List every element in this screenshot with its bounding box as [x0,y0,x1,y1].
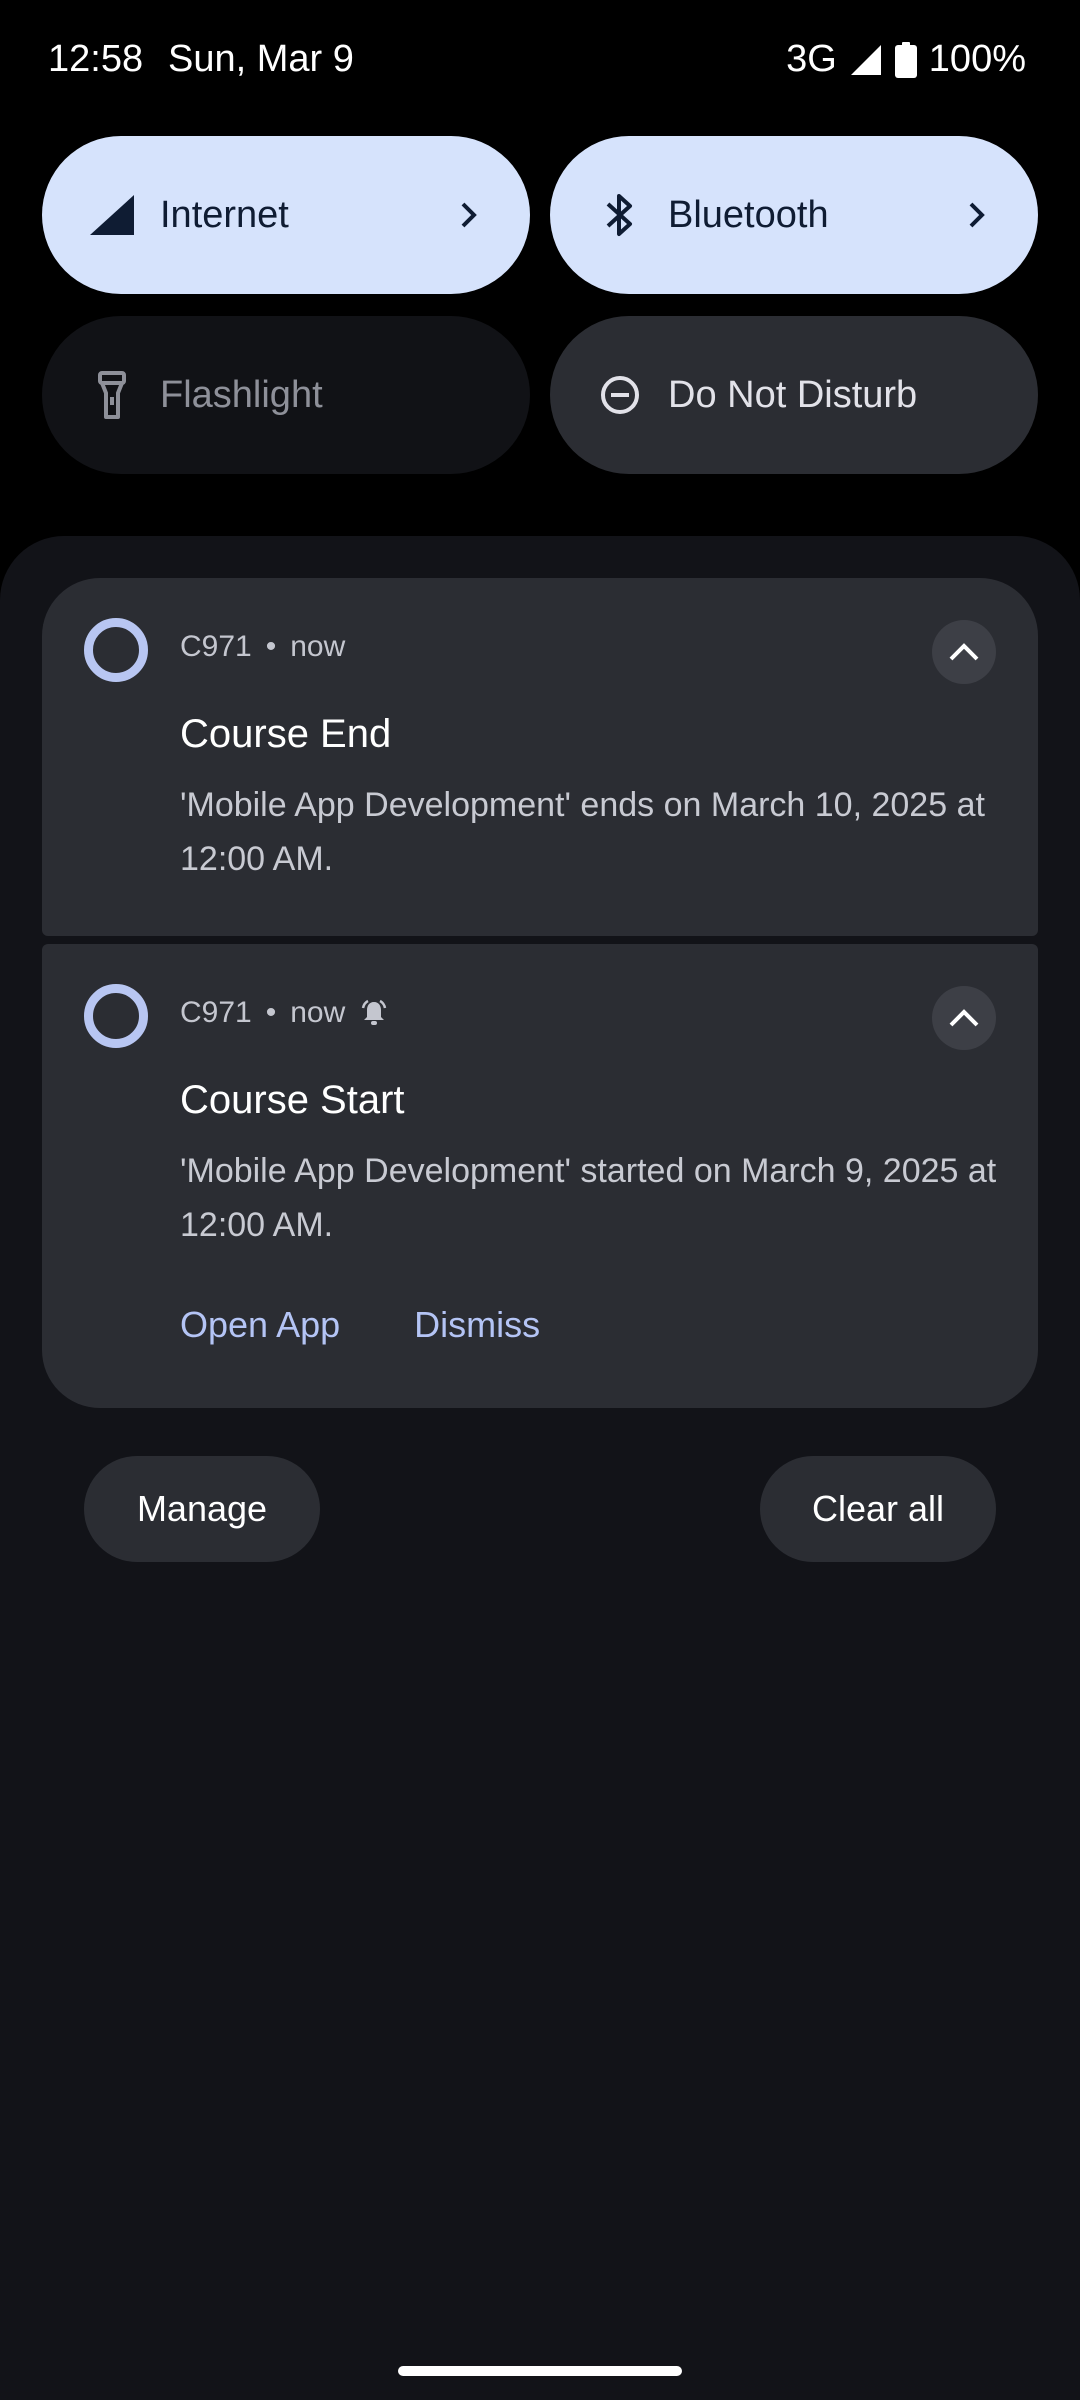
notification-title: Course Start [180,1078,405,1122]
signal-strength-icon [850,44,881,75]
cellular-signal-icon [88,191,136,239]
tile-flashlight-label: Flashlight [160,373,323,416]
notification-title: Course End [180,712,392,756]
chevron-right-icon [454,200,484,230]
tile-internet[interactable]: Internet [42,136,530,294]
tile-internet-label: Internet [160,193,289,236]
battery-icon [894,41,917,78]
dismiss-button[interactable]: Dismiss [414,1304,540,1346]
header-separator: • [265,996,277,1029]
status-bar: 12:58 Sun, Mar 9 3G 100% [0,0,1080,124]
manage-button[interactable]: Manage [84,1456,320,1562]
status-indicators: 3G 100% [786,38,1026,81]
collapse-button[interactable] [932,620,996,684]
tile-bluetooth[interactable]: Bluetooth [550,136,1038,294]
chevron-up-icon [949,1009,979,1027]
header-separator: • [265,630,277,663]
notification-course-end[interactable]: C971 • now Course End 'Mobile App Develo… [42,578,1038,936]
battery-level: 100% [928,38,1026,80]
tile-do-not-disturb[interactable]: Do Not Disturb [550,316,1038,474]
home-indicator[interactable] [398,2366,682,2376]
chevron-up-icon [949,643,979,661]
notification-actions: Open App Dismiss [180,1304,540,1346]
notification-app-name: C971 [180,630,252,663]
notification-time: now [290,996,346,1029]
notification-time: now [290,630,346,663]
app-icon [84,984,148,1048]
flashlight-icon [88,371,136,419]
notification-body: 'Mobile App Development' started on Marc… [180,1152,997,1244]
app-icon [84,618,148,682]
notification-body: 'Mobile App Development' ends on March 1… [180,786,985,878]
notification-shade-screen: 12:58 Sun, Mar 9 3G 100% Internet Blueto… [0,0,1080,2400]
bluetooth-icon [596,191,644,239]
alerting-bell-icon [362,999,387,1025]
tile-bluetooth-label: Bluetooth [668,193,829,236]
network-type: 3G [786,38,837,80]
collapse-button[interactable] [932,986,996,1050]
tile-do-not-disturb-label: Do Not Disturb [668,373,918,416]
clear-all-button[interactable]: Clear all [760,1456,996,1562]
do-not-disturb-icon [596,371,644,419]
chevron-right-icon [962,200,992,230]
status-time: 12:58 [48,38,144,80]
open-app-button[interactable]: Open App [180,1304,340,1346]
notification-app-name: C971 [180,996,252,1029]
notification-course-start[interactable]: C971 • now Course Start 'Mobile App Deve… [42,944,1038,1408]
notification-header: C971 • now [180,996,389,1030]
notification-header: C971 • now [180,630,345,664]
tile-flashlight[interactable]: Flashlight [42,316,530,474]
status-date: Sun, Mar 9 [168,38,354,80]
